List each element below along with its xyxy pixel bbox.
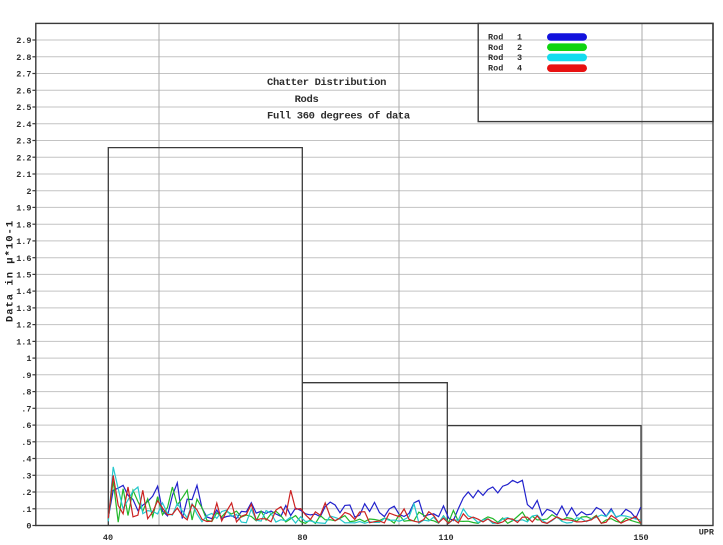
svg-text:2.5: 2.5 <box>16 103 31 113</box>
svg-text:.8: .8 <box>21 388 31 398</box>
svg-text:Data in µ*10-1: Data in µ*10-1 <box>4 220 16 322</box>
svg-text:Rod: Rod <box>488 33 503 43</box>
svg-text:2.9: 2.9 <box>16 36 31 46</box>
svg-text:3: 3 <box>517 53 522 63</box>
svg-text:Chatter Distribution: Chatter Distribution <box>267 77 386 89</box>
svg-text:1.6: 1.6 <box>16 254 31 264</box>
svg-text:1.7: 1.7 <box>16 237 31 247</box>
svg-text:UPR: UPR <box>699 528 715 538</box>
svg-text:2.3: 2.3 <box>16 137 31 147</box>
svg-text:.2: .2 <box>21 488 31 498</box>
svg-text:.5: .5 <box>21 438 31 448</box>
svg-text:2: 2 <box>26 187 31 197</box>
svg-text:1.5: 1.5 <box>16 271 31 281</box>
svg-text:2.6: 2.6 <box>16 86 31 96</box>
svg-text:.9: .9 <box>21 371 31 381</box>
svg-text:2.2: 2.2 <box>16 153 31 163</box>
svg-text:2.1: 2.1 <box>16 170 31 180</box>
svg-text:2.8: 2.8 <box>16 53 31 63</box>
svg-text:1.9: 1.9 <box>16 204 31 214</box>
svg-text:1: 1 <box>517 33 522 43</box>
svg-text:Rod: Rod <box>488 53 503 63</box>
svg-text:Rod: Rod <box>488 64 503 74</box>
svg-text:2: 2 <box>517 43 522 53</box>
svg-text:1.1: 1.1 <box>16 338 31 348</box>
svg-text:.1: .1 <box>21 505 31 515</box>
svg-text:0: 0 <box>26 522 31 532</box>
svg-text:150: 150 <box>633 533 648 543</box>
svg-text:.6: .6 <box>21 421 31 431</box>
svg-text:110: 110 <box>438 533 453 543</box>
svg-text:2.4: 2.4 <box>16 120 31 130</box>
svg-text:1.3: 1.3 <box>16 304 31 314</box>
svg-text:1.4: 1.4 <box>16 287 31 297</box>
svg-text:.4: .4 <box>21 455 31 465</box>
svg-text:40: 40 <box>103 533 113 543</box>
svg-text:2.7: 2.7 <box>16 70 31 80</box>
svg-text:4: 4 <box>517 64 522 74</box>
svg-text:1: 1 <box>26 354 31 364</box>
svg-text:1.2: 1.2 <box>16 321 31 331</box>
svg-text:.7: .7 <box>21 404 31 414</box>
svg-text:Rod: Rod <box>488 43 503 53</box>
svg-text:80: 80 <box>297 533 307 543</box>
svg-text:1.8: 1.8 <box>16 220 31 230</box>
svg-text:Rods: Rods <box>295 94 319 106</box>
svg-text:.3: .3 <box>21 471 31 481</box>
svg-text:Full 360 degrees of data: Full 360 degrees of data <box>267 111 411 123</box>
